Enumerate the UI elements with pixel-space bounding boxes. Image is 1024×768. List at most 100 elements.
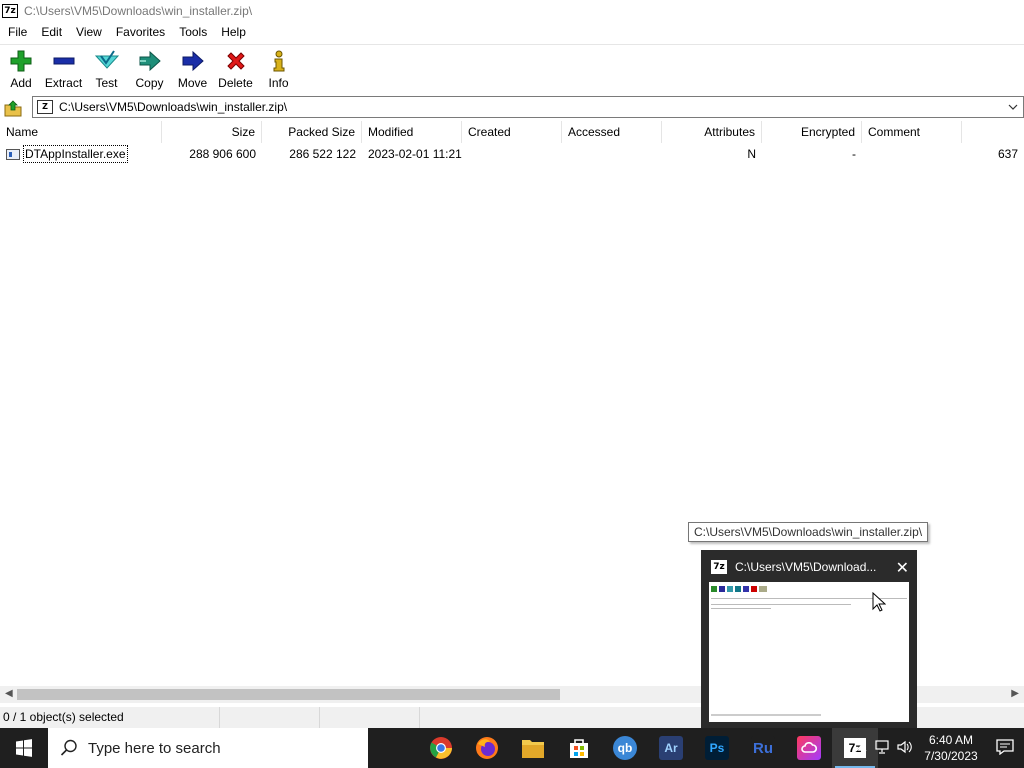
arrow-right-icon <box>181 49 205 73</box>
info-label: Info <box>268 76 289 90</box>
clock-time: 6:40 AM <box>928 733 974 747</box>
add-button[interactable]: Add <box>0 45 42 95</box>
status-modified <box>420 707 570 728</box>
file-encrypted: - <box>852 147 856 161</box>
menu-edit[interactable]: Edit <box>34 22 69 42</box>
address-path: C:\Users\VM5\Downloads\win_installer.zip… <box>59 100 288 114</box>
address-bar: Z C:\Users\VM5\Downloads\win_installer.z… <box>0 96 1024 119</box>
preview-title-bar: 7z C:\Users\VM5\Download... <box>709 558 909 576</box>
column-packed-size[interactable]: Packed Size <box>262 121 362 143</box>
7zip-logo-icon: 7z <box>2 4 18 18</box>
thumbnail-toolbar <box>711 586 767 592</box>
double-arrow-icon <box>138 49 162 73</box>
qbittorrent-icon[interactable]: qb <box>602 728 648 768</box>
taskbar-search[interactable]: Type here to search <box>48 728 368 768</box>
close-icon[interactable]: ✕ <box>896 558 909 578</box>
store-icon[interactable] <box>556 728 602 768</box>
menu-file[interactable]: File <box>0 22 34 42</box>
plus-icon <box>9 49 33 73</box>
column-attributes[interactable]: Attributes <box>662 121 762 143</box>
column-modified[interactable]: Modified <box>362 121 462 143</box>
list-header: Name Size Packed Size Modified Created A… <box>0 121 1024 143</box>
photoshop-icon[interactable]: Ps <box>694 728 740 768</box>
illustrator-icon[interactable]: Ar <box>648 728 694 768</box>
copy-button[interactable]: Copy <box>128 45 171 95</box>
menu-tools[interactable]: Tools <box>172 22 214 42</box>
volume-icon[interactable] <box>894 740 916 757</box>
file-created <box>462 144 562 164</box>
path-tooltip: C:\Users\VM5\Downloads\win_installer.zip… <box>688 522 929 542</box>
scroll-left-icon[interactable]: ◀ <box>5 688 13 699</box>
chevron-up-icon[interactable] <box>850 740 872 756</box>
table-row[interactable]: DTAppInstaller.exe 288 906 600 286 522 1… <box>0 144 1024 164</box>
thumbnail-line <box>711 608 771 609</box>
file-explorer-icon[interactable] <box>510 728 556 768</box>
address-input[interactable]: Z C:\Users\VM5\Downloads\win_installer.z… <box>32 96 1024 118</box>
preview-title: C:\Users\VM5\Download... <box>735 560 877 574</box>
up-folder-button[interactable] <box>0 97 26 119</box>
column-size[interactable]: Size <box>162 121 262 143</box>
status-size <box>220 707 320 728</box>
notifications-icon[interactable] <box>986 738 1024 758</box>
menu-favorites[interactable]: Favorites <box>109 22 172 42</box>
chrome-icon[interactable] <box>418 728 464 768</box>
windows-logo-icon <box>16 739 32 757</box>
file-modified: 2023-02-01 11:21 <box>368 147 462 161</box>
start-button[interactable] <box>0 728 48 768</box>
system-tray: 6:40 AM 7/30/2023 <box>850 728 1024 768</box>
title-bar: 7z C:\Users\VM5\Downloads\win_installer.… <box>0 0 1024 22</box>
search-icon <box>60 739 77 756</box>
test-label: Test <box>95 76 118 90</box>
search-placeholder: Type here to search <box>88 739 221 757</box>
7zip-logo-icon: 7z <box>711 560 727 574</box>
file-name-cell[interactable]: DTAppInstaller.exe <box>0 144 162 164</box>
taskbar-apps: qb Ar Ps Ru 7z <box>418 728 878 768</box>
file-extra-value: 637 <box>997 147 1018 161</box>
delete-label: Delete <box>218 76 253 90</box>
column-accessed[interactable]: Accessed <box>562 121 662 143</box>
move-label: Move <box>177 76 208 90</box>
network-icon[interactable] <box>872 739 894 757</box>
extract-button[interactable]: Extract <box>42 45 85 95</box>
file-comment <box>862 144 962 164</box>
creative-cloud-icon[interactable] <box>786 728 832 768</box>
thumbnail-line <box>711 604 851 605</box>
menu-view[interactable]: View <box>69 22 109 42</box>
exe-file-icon <box>6 148 20 160</box>
russian-icon[interactable]: Ru <box>740 728 786 768</box>
column-comment[interactable]: Comment <box>862 121 962 143</box>
chevron-down-icon[interactable] <box>1007 101 1019 113</box>
column-extra[interactable] <box>962 121 1024 143</box>
taskbar-clock[interactable]: 6:40 AM 7/30/2023 <box>916 732 986 764</box>
info-button[interactable]: Info <box>257 45 300 95</box>
column-created[interactable]: Created <box>462 121 562 143</box>
x-icon <box>224 49 248 73</box>
info-icon <box>267 49 291 73</box>
column-encrypted[interactable]: Encrypted <box>762 121 862 143</box>
toolbar: Add Extract Test Copy Move Delete Info <box>0 44 1024 94</box>
move-button[interactable]: Move <box>171 45 214 95</box>
firefox-icon[interactable] <box>464 728 510 768</box>
menu-help[interactable]: Help <box>214 22 253 42</box>
test-button[interactable]: Test <box>85 45 128 95</box>
zip-archive-icon: Z <box>37 100 53 114</box>
window-title: C:\Users\VM5\Downloads\win_installer.zip… <box>24 4 253 18</box>
file-name: DTAppInstaller.exe <box>23 145 128 163</box>
extract-label: Extract <box>44 76 83 90</box>
minus-icon <box>52 49 76 73</box>
thumbnail-scrollbar <box>711 714 821 716</box>
preview-thumbnail[interactable] <box>709 582 909 722</box>
copy-label: Copy <box>135 76 164 90</box>
taskbar-preview[interactable]: 7z C:\Users\VM5\Download... ✕ <box>701 550 917 728</box>
file-packed-size: 286 522 122 <box>289 147 356 161</box>
scrollbar-thumb[interactable] <box>17 689 560 700</box>
column-name[interactable]: Name <box>0 121 162 143</box>
clock-date: 7/30/2023 <box>924 749 978 763</box>
taskbar: Type here to search qb Ar Ps Ru 7z 6:40 … <box>0 728 1024 768</box>
status-packed <box>320 707 420 728</box>
delete-button[interactable]: Delete <box>214 45 257 95</box>
up-folder-icon <box>4 99 22 116</box>
add-label: Add <box>10 76 32 90</box>
scroll-right-icon[interactable]: ▶ <box>1011 688 1019 699</box>
selection-status: 0 / 1 object(s) selected <box>0 707 220 728</box>
